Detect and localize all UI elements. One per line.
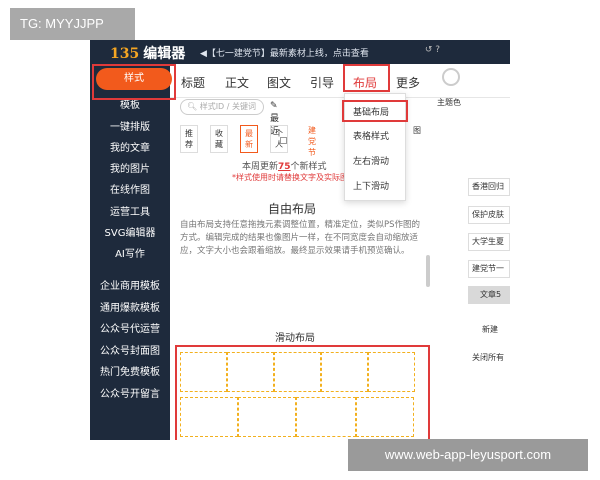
content-scrollbar[interactable] <box>426 255 430 287</box>
sidebar-item-free[interactable]: 热门免费模板 <box>90 363 170 378</box>
sidebar-item-cover[interactable]: 公众号封面图 <box>90 342 170 357</box>
sidebar-item-enterprise[interactable]: 企业商用模板 <box>90 277 170 292</box>
close-all-button[interactable]: 关闭所有 <box>468 350 510 368</box>
logo-text: 编辑器 <box>143 46 186 62</box>
sidebar-item-hot[interactable]: 通用爆款模板 <box>90 299 170 314</box>
grid-cell <box>227 352 274 392</box>
top-bar: 135 编辑器 ◀【七一建党节】最新素材上线，点击查看 ↺ ? <box>90 40 510 64</box>
article-item[interactable]: 保护皮肤 <box>468 206 510 224</box>
dropdown-item-vertical-slide[interactable]: 上下滑动 <box>353 179 389 192</box>
grid-cell <box>180 397 238 437</box>
grid-cell <box>368 352 415 392</box>
grid-cell <box>356 397 414 437</box>
grid-cell <box>180 352 227 392</box>
watermark-bottom: www.web-app-leyusport.com <box>348 439 588 471</box>
layout-dropdown: 基础布局 表格样式 左右滑动 上下滑动 <box>342 93 408 201</box>
style-search-input[interactable]: 🔍︎ 样式ID / 关键词 <box>180 99 264 115</box>
sidebar-item-articles[interactable]: 我的文章 <box>90 139 170 154</box>
article-item-current[interactable]: 文章5 <box>468 286 510 304</box>
grid-cell <box>238 397 296 437</box>
update-count[interactable]: 75 <box>278 162 291 172</box>
tab-title[interactable]: 标题 <box>181 74 205 91</box>
pen-icon: ✎ <box>270 101 278 111</box>
style-menu-highlight <box>92 64 176 100</box>
slide-layout-title: 滑动布局 <box>275 333 315 344</box>
update-prefix: 本周更新 <box>242 162 279 172</box>
theme-color-label: 主题色 <box>437 98 461 107</box>
sidebar-item-one-click[interactable]: 一键排版 <box>90 118 170 133</box>
topbar-icons[interactable]: ↺ ? <box>425 45 440 55</box>
search-placeholder: 样式ID / 关键词 <box>199 102 257 111</box>
tab-more[interactable]: 更多 <box>396 74 420 91</box>
new-article-button[interactable]: 新建 <box>468 322 510 340</box>
filter-image[interactable]: 图 <box>413 125 421 136</box>
sidebar-item-agency[interactable]: 公众号代运营 <box>90 320 170 335</box>
tab-image-text[interactable]: 图文 <box>267 74 291 91</box>
logo: 135 编辑器 <box>110 43 185 63</box>
article-item[interactable]: 大学生夏 <box>468 233 510 251</box>
update-count-line: 本周更新75个新样式 <box>242 159 327 172</box>
free-layout-title: 自由布局 <box>268 202 317 216</box>
article-item[interactable]: 建党节一 <box>468 260 510 278</box>
sidebar: 样式 模板 一键排版 我的文章 我的图片 在线作图 运营工具 SVG编辑器 AI… <box>90 64 172 440</box>
theme-color-icon[interactable] <box>442 68 460 86</box>
tab-guide[interactable]: 引导 <box>310 74 334 91</box>
article-item[interactable]: 香港回归 <box>468 178 510 196</box>
dropdown-item-basic-layout[interactable]: 基础布局 <box>353 105 389 118</box>
grid-cell <box>274 352 321 392</box>
notice-link[interactable]: ◀【七一建党节】最新素材上线，点击查看 <box>200 46 369 59</box>
sidebar-item-comment[interactable]: 公众号开留言 <box>90 385 170 400</box>
logo-mark: 135 <box>110 46 140 62</box>
editor-app: 135 编辑器 ◀【七一建党节】最新素材上线，点击查看 ↺ ? 样式 模板 一键排… <box>90 40 510 440</box>
search-icon: 🔍︎ <box>187 102 200 111</box>
update-suffix: 个新样式 <box>290 162 327 172</box>
watermark-top: TG: MYYJJPP <box>10 8 135 40</box>
grid-cell <box>321 352 368 392</box>
sidebar-item-svg[interactable]: SVG编辑器 <box>90 224 170 239</box>
layout-tab-highlight <box>343 64 390 92</box>
sidebar-item-ai[interactable]: AI写作 <box>90 245 170 260</box>
tab-body[interactable]: 正文 <box>225 74 249 91</box>
sidebar-item-drawing[interactable]: 在线作图 <box>90 181 170 196</box>
sidebar-item-images[interactable]: 我的图片 <box>90 160 170 175</box>
dropdown-item-table-style[interactable]: 表格样式 <box>353 129 389 142</box>
grid-cell <box>296 397 356 437</box>
usage-notice: *样式使用时请替换文字及实际图 <box>232 173 348 182</box>
dropdown-item-horizontal-slide[interactable]: 左右滑动 <box>353 154 389 167</box>
free-layout-desc: 自由布局支持任意拖拽元素调整位置，精准定位，类似PS作图的方式。编辑完成的结果也… <box>180 220 421 256</box>
sidebar-item-tools[interactable]: 运营工具 <box>90 203 170 218</box>
